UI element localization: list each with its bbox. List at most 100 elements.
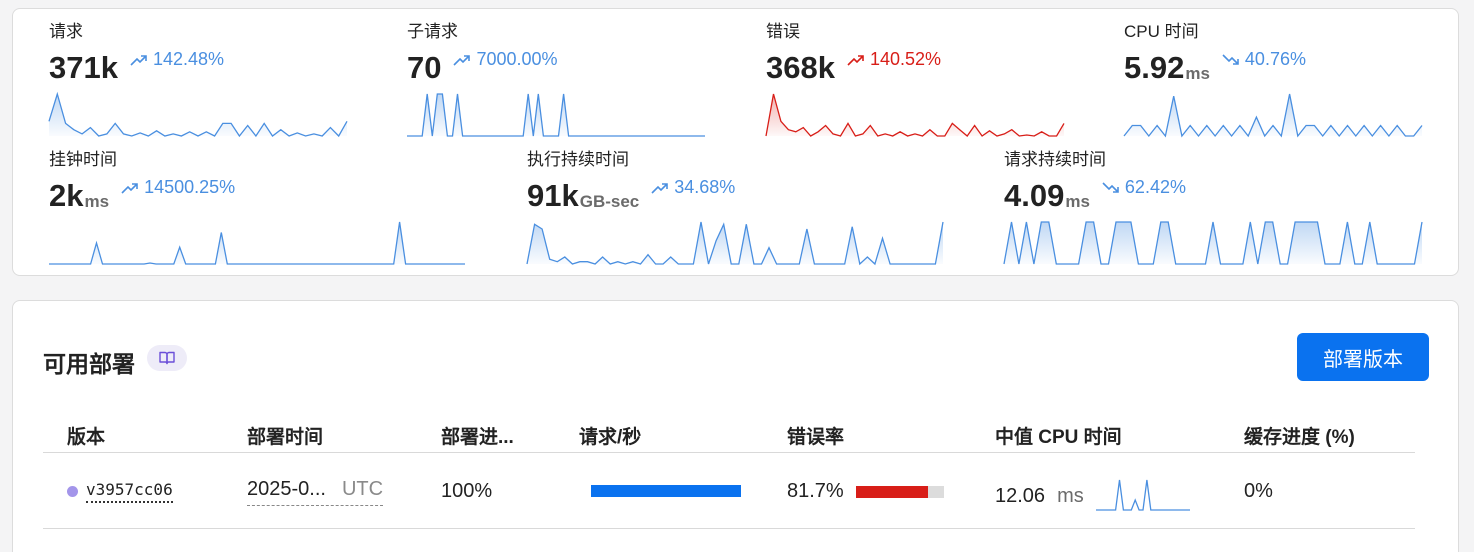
metric-change-value: 40.76% (1244, 49, 1306, 69)
trend-down-icon (1102, 181, 1119, 193)
metric-value-row: 70 7000.00% (407, 47, 705, 85)
metric-value: 70 (407, 50, 442, 85)
requests-bar (591, 485, 741, 497)
col-median-cpu[interactable]: 中值 CPU 时间 (995, 422, 1122, 449)
sparkline-area (407, 94, 705, 136)
metric-value: 4.09 (1004, 178, 1065, 213)
metric-unit: ms (84, 192, 110, 211)
metric-sparkline (1003, 221, 1423, 265)
metric-errors: 错误 368k 140.52% (765, 22, 1065, 137)
metric-change: 140.52% (847, 49, 941, 70)
deploy-time: 2025-0... (247, 478, 326, 500)
book-icon (159, 351, 175, 365)
trend-up-icon (651, 182, 669, 194)
metric-value: 368k (766, 50, 835, 85)
requests-bar-fill (591, 485, 741, 497)
metric-sparkline (765, 93, 1065, 137)
metric-change-value: 62.42% (1124, 177, 1186, 197)
sparkline-area (766, 94, 1064, 136)
metric-title: 挂钟时间 (49, 150, 117, 169)
metric-unit: GB-sec (579, 192, 640, 211)
cpu-sparkline-line (1095, 479, 1190, 511)
error-rate-bar-fill (855, 485, 928, 498)
sparkline-area (49, 94, 347, 136)
metric-cpu-time: CPU 时间 5.92 ms 40.76% (1123, 22, 1423, 138)
metric-unit: ms (1065, 192, 1090, 211)
deploy-progress: 100% (441, 480, 493, 502)
version-cell[interactable]: v3957cc06 (67, 480, 173, 503)
metric-value: 371k (49, 50, 118, 85)
version-status-dot (67, 486, 78, 497)
metric-request-duration: 请求持续时间 4.09 ms 62.42% (1003, 150, 1423, 265)
metric-change-value: 34.68% (674, 177, 736, 197)
col-error-rate[interactable]: 错误率 (787, 422, 844, 449)
metric-sparkline (49, 221, 465, 265)
metric-value-row: 91k GB-sec 34.68% (527, 175, 943, 213)
metric-value-row: 5.92 ms 40.76% (1124, 47, 1422, 85)
metric-change-value: 7000.00% (476, 49, 558, 69)
deploy-version-button[interactable]: 部署版本 (1297, 333, 1429, 381)
metric-value: 91k (527, 178, 579, 213)
metric-unit: ms (1185, 64, 1210, 83)
sparkline-area (1004, 222, 1422, 264)
trend-up-icon (847, 54, 864, 66)
cpu-sparkline (1095, 479, 1190, 511)
metric-value-row: 368k 140.52% (766, 47, 1064, 85)
sparkline-line (407, 93, 705, 137)
metric-change: 34.68% (651, 177, 735, 198)
trend-up-icon (453, 54, 471, 66)
metric-change-value: 14500.25% (144, 177, 236, 197)
trend-up-icon (121, 182, 138, 194)
metric-change: 40.76% (1222, 49, 1306, 70)
metric-title: 错误 (766, 22, 800, 41)
metric-value-row: 2k ms 14500.25% (49, 175, 465, 213)
metric-change: 142.48% (130, 49, 224, 70)
metric-title: 请求持续时间 (1004, 150, 1106, 169)
metric-value-row: 4.09 ms 62.42% (1004, 175, 1422, 213)
deploy-timezone: UTC (341, 478, 384, 500)
metric-title: 子请求 (407, 22, 458, 41)
metric-title: 执行持续时间 (527, 150, 629, 169)
metric-change-value: 142.48% (152, 49, 225, 69)
metric-change: 7000.00% (453, 49, 558, 70)
error-rate-bar-track (855, 485, 944, 498)
col-cache-progress[interactable]: 缓存进度 (%) (1244, 422, 1355, 449)
metric-change: 62.42% (1102, 177, 1186, 198)
deploy-time-cell[interactable]: 2025-0... UTC (247, 478, 384, 506)
metric-change-value: 140.52% (869, 49, 942, 69)
header-divider (43, 452, 1415, 453)
col-deploy-time[interactable]: 部署时间 (247, 422, 323, 449)
metric-wall-time: 挂钟时间 2k ms 14500.25% (49, 150, 465, 265)
trend-up-icon (130, 54, 147, 66)
docs-link[interactable] (147, 345, 187, 371)
metric-sparkline (407, 93, 705, 137)
col-version[interactable]: 版本 (67, 422, 105, 449)
col-deploy-progress[interactable]: 部署进... (441, 422, 514, 449)
cpu-unit: ms (1057, 484, 1084, 507)
sparkline-line (48, 91, 348, 138)
metric-subrequests: 子请求 70 7000.00% (407, 22, 705, 137)
version-id[interactable]: v3957cc06 (86, 480, 173, 503)
row-divider (43, 528, 1415, 529)
median-cpu-cell: 12.06 ms (995, 479, 1190, 512)
section-title: 可用部署 (43, 351, 135, 377)
deployments-card: 可用部署 部署版本 版本 部署时间 部署进... 请求/秒 错误率 中值 CPU… (12, 300, 1459, 552)
metric-sparkline (1123, 93, 1423, 138)
cache-progress: 0% (1244, 480, 1273, 502)
error-rate-cell: 81.7% (787, 480, 944, 503)
sparkline-line (765, 93, 1065, 137)
metric-sparkline (526, 221, 944, 266)
metric-value: 5.92 (1124, 50, 1185, 85)
requests-bar-track (591, 485, 741, 497)
metric-title: 请求 (49, 22, 83, 41)
metric-sparkline (48, 91, 348, 138)
cpu-value: 12.06 (995, 484, 1046, 507)
metric-value-row: 371k 142.48% (49, 47, 347, 85)
metric-title: CPU 时间 (1124, 22, 1199, 41)
metric-requests: 请求 371k 142.48% (48, 22, 348, 138)
trend-down-icon (1222, 53, 1239, 65)
col-requests-per-sec[interactable]: 请求/秒 (579, 422, 641, 449)
metric-value: 2k (49, 178, 84, 213)
metric-execution-duration: 执行持续时间 91k GB-sec 34.68% (526, 150, 944, 266)
error-rate-value: 81.7% (787, 480, 844, 502)
